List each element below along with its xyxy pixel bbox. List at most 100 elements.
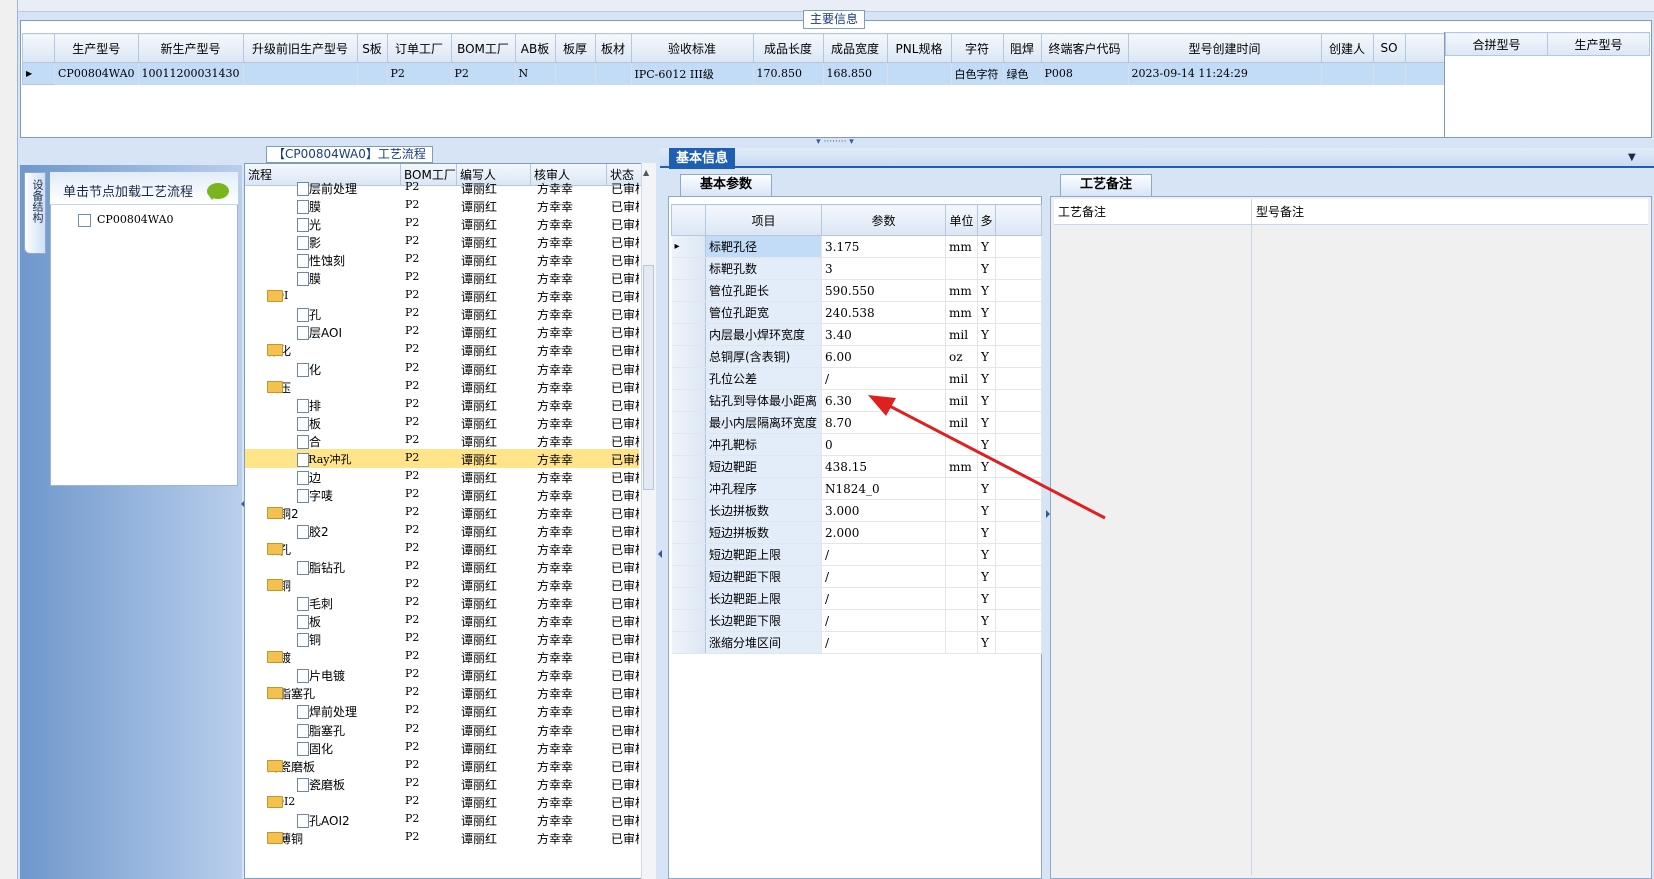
splitter-grip-icon[interactable]: ▾ ········ ▾: [800, 138, 870, 147]
params-column-header[interactable]: 参数: [821, 204, 946, 236]
main-cell[interactable]: IPC-6012 III级: [631, 62, 754, 85]
table-row[interactable]: 管位孔距长 590.550 mm Y: [671, 279, 1042, 302]
table-row[interactable]: 长边靶距上限 / Y: [671, 587, 1042, 610]
param-value-cell[interactable]: 6.00: [821, 345, 946, 368]
param-value-cell[interactable]: /: [821, 565, 946, 588]
main-cell[interactable]: 168.850: [823, 62, 888, 85]
param-value-cell[interactable]: /: [821, 631, 946, 654]
flow-row[interactable]: −层压P2 谭丽红 方幸幸 已审核: [245, 377, 639, 396]
main-cell[interactable]: [887, 62, 952, 85]
merge-model-table[interactable]: 合拼型号 生产型号: [1445, 32, 1650, 56]
main-column-header[interactable]: 终端客户代码: [1040, 33, 1129, 63]
main-cell[interactable]: [243, 62, 358, 85]
param-value-cell[interactable]: /: [821, 587, 946, 610]
main-column-header[interactable]: 订单工厂: [386, 33, 452, 63]
vertical-tab-device-structure[interactable]: 设备结构: [24, 172, 46, 254]
params-column-header[interactable]: 多: [977, 204, 996, 236]
main-cell[interactable]: 绿色: [1003, 62, 1042, 85]
tab-basic-info[interactable]: 基本信息: [669, 148, 735, 169]
select-all-corner[interactable]: [671, 204, 706, 236]
param-value-cell[interactable]: /: [821, 609, 946, 632]
param-value-cell[interactable]: 3: [821, 257, 946, 280]
tabstrip-dropdown-icon[interactable]: ▼: [1628, 152, 1636, 163]
model-notes-column[interactable]: 型号备注: [1252, 199, 1648, 225]
main-column-header[interactable]: 创建人: [1320, 33, 1374, 63]
param-value-cell[interactable]: 3.175: [821, 235, 946, 258]
tree-node-model[interactable]: CP00804WA0: [78, 212, 174, 228]
main-column-header[interactable]: 升级前旧生产型号: [242, 33, 358, 63]
flow-row[interactable]: 塞孔AOI2P2谭丽红方幸幸已审核: [245, 810, 639, 829]
flow-row[interactable]: 排板P2谭丽红方幸幸已审核: [245, 413, 639, 432]
flow-row[interactable]: 阻焊前处理P2谭丽红方幸幸已审核: [245, 701, 639, 720]
flow-row[interactable]: −电镀P2 谭丽红 方幸幸 已审核: [245, 647, 639, 666]
main-column-header[interactable]: AB板: [514, 33, 556, 63]
main-info-table[interactable]: 生产型号 新生产型号 升级前旧生产型号 S板 订单工厂 BOM工厂 AB板 板厚 板材 验收标准成…: [22, 33, 1450, 85]
table-row[interactable]: 长边靶距下限 / Y: [671, 609, 1042, 632]
flow-row[interactable]: −棕化P2 谭丽红 方幸幸 已审核: [245, 340, 639, 359]
flow-row[interactable]: −树脂塞孔P2 谭丽红 方幸幸 已审核: [245, 683, 639, 702]
flow-row[interactable]: 烘板P2谭丽红方幸幸已审核: [245, 611, 639, 630]
params-column-header[interactable]: 单位: [945, 204, 978, 236]
main-column-header[interactable]: 成品长度: [752, 33, 824, 63]
params-column-header[interactable]: 项目: [705, 204, 822, 236]
main-cell[interactable]: [595, 62, 632, 85]
process-notes-textarea[interactable]: [1054, 225, 1252, 875]
flow-row[interactable]: −AOI2P2 谭丽红 方幸幸 已审核: [245, 792, 639, 811]
tab-process-notes[interactable]: 工艺备注: [1060, 174, 1152, 196]
main-cell[interactable]: P008: [1041, 62, 1129, 85]
merge-column-header[interactable]: 合拼型号: [1445, 32, 1548, 56]
flow-row[interactable]: −AOIP2 谭丽红 方幸幸 已审核: [245, 286, 639, 305]
merge-column-header[interactable]: 生产型号: [1547, 32, 1650, 56]
flow-row[interactable]: 沉铜P2谭丽红方幸幸已审核: [245, 629, 639, 648]
table-row[interactable]: 短边靶距上限 / Y: [671, 543, 1042, 566]
scroll-up-icon[interactable]: ▲: [643, 168, 649, 177]
main-cell[interactable]: N: [515, 62, 556, 85]
main-cell[interactable]: [1373, 62, 1406, 85]
flow-row[interactable]: 树脂塞孔P2谭丽红方幸幸已审核: [245, 720, 639, 739]
flow-row[interactable]: 曝光P2谭丽红方幸幸已审核: [245, 214, 639, 233]
flow-row[interactable]: 负片电镀P2谭丽红方幸幸已审核: [245, 665, 639, 684]
table-row[interactable]: 管位孔距宽 240.538 mm Y: [671, 301, 1042, 324]
table-row[interactable]: 孔位公差 / mil Y: [671, 367, 1042, 390]
flow-row[interactable]: 打字唛P2谭丽红方幸幸已审核: [245, 485, 639, 504]
main-cell[interactable]: [1321, 62, 1374, 85]
main-column-header[interactable]: 字符: [950, 33, 1004, 63]
table-row[interactable]: 短边靶距下限 / Y: [671, 565, 1042, 588]
process-notes-column[interactable]: 工艺备注: [1054, 199, 1252, 225]
flow-row[interactable]: X-Ray冲孔P2谭丽红方幸幸已审核: [245, 448, 639, 468]
main-cell[interactable]: P2: [387, 62, 452, 85]
main-cell[interactable]: [555, 62, 596, 85]
collapse-flow-icon[interactable]: [658, 550, 662, 558]
main-column-header[interactable]: S板: [356, 33, 388, 63]
flow-row[interactable]: −减薄铜P2 谭丽红 方幸幸 已审核: [245, 828, 639, 847]
flow-row[interactable]: 贴膜P2谭丽红方幸幸已审核: [245, 196, 639, 215]
flow-row[interactable]: 退膜P2谭丽红方幸幸已审核: [245, 268, 639, 287]
flow-row[interactable]: 铣边P2谭丽红方幸幸已审核: [245, 467, 639, 486]
table-row[interactable]: 总铜厚(含表铜) 6.00 oz Y: [671, 345, 1042, 368]
flow-row[interactable]: 压合P2谭丽红方幸幸已审核: [245, 431, 639, 450]
flow-scrollbar-thumb[interactable]: [643, 265, 654, 490]
main-column-header[interactable]: 板厚: [554, 33, 596, 63]
main-cell[interactable]: 170.850: [753, 62, 824, 85]
flow-row[interactable]: 显影P2谭丽红方幸幸已审核: [245, 232, 639, 251]
param-value-cell[interactable]: 590.550: [821, 279, 946, 302]
main-cell[interactable]: 2023-09-14 11:24:29: [1128, 62, 1322, 85]
flow-row[interactable]: 去毛刺P2谭丽红方幸幸已审核: [245, 593, 639, 612]
main-column-header[interactable]: SO: [1372, 33, 1406, 63]
main-cell[interactable]: P2: [451, 62, 516, 85]
param-value-cell[interactable]: 240.538: [821, 301, 946, 324]
flow-row[interactable]: −陶瓷磨板P2 谭丽红 方幸幸 已审核: [245, 756, 639, 775]
param-value-cell[interactable]: /: [821, 367, 946, 390]
select-all-corner[interactable]: [22, 33, 55, 63]
flow-row[interactable]: 棕化P2谭丽红方幸幸已审核: [245, 359, 639, 378]
main-cell[interactable]: CP00804WA0: [54, 62, 139, 85]
flow-row[interactable]: 酸性蚀刻P2谭丽红方幸幸已审核: [245, 250, 639, 269]
main-column-header[interactable]: 阻焊: [1002, 33, 1042, 63]
flow-row[interactable]: 树脂钻孔P2谭丽红方幸幸已审核: [245, 557, 639, 576]
flow-row[interactable]: 终固化P2谭丽红方幸幸已审核: [245, 738, 639, 757]
flow-row[interactable]: 内层前处理P2谭丽红方幸幸已审核: [245, 178, 639, 197]
main-column-header[interactable]: PNL规格: [886, 33, 952, 63]
main-column-header[interactable]: 型号创建时间: [1127, 33, 1322, 63]
table-row[interactable]: ▶ CP00804WA0 10011200031430 P2 P2 N IPC-6012 …: [22, 62, 1450, 85]
flow-row[interactable]: 内层AOIP2谭丽红方幸幸已审核: [245, 322, 639, 341]
